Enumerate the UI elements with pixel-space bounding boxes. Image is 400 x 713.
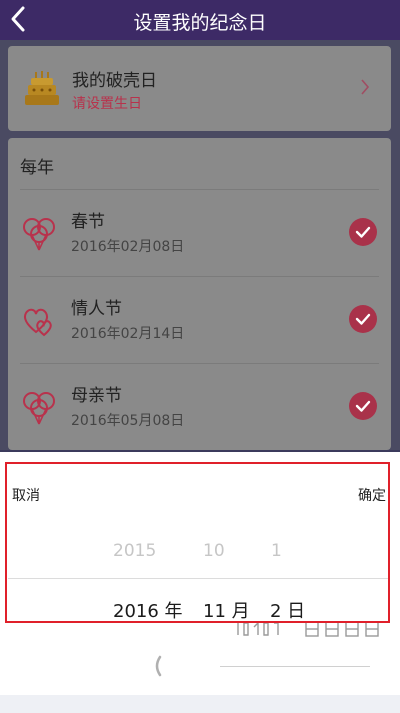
item-date: 2016年05月08日 [71,413,185,429]
check-circle-icon[interactable] [349,305,377,333]
app-header: 设置我的纪念日 [0,0,400,40]
item-name: 情人节 [71,299,122,319]
anniversary-list: 我的破壳日 请设置生日 每年 春节 2016年02月08日 情人节 2016年0… [0,40,400,450]
highlight-frame [5,462,390,623]
date-picker-sheet: 取消 确定 2015 10 1 2016 年 11 月 2 日 [0,452,400,713]
hearts-icon [23,308,52,337]
section-yearly-label: 每年 [20,158,54,178]
birthday-subtitle: 请设置生日 [72,96,142,112]
check-circle-icon[interactable] [349,392,377,420]
list-item-mothers-day[interactable]: 母亲节 2016年05月08日 [8,364,391,450]
divider [220,666,370,667]
item-name: 母亲节 [71,386,122,406]
item-date: 2016年02月14日 [71,326,185,342]
scroll-indicator [155,655,162,677]
list-item-spring-festival[interactable]: 春节 2016年02月08日 [8,190,391,276]
item-name: 春节 [71,212,105,232]
item-date: 2016年02月08日 [71,239,185,255]
bottom-bar [0,695,400,713]
list-item-valentines-day[interactable]: 情人节 2016年02月14日 [8,277,391,363]
birthday-card[interactable]: 我的破壳日 请设置生日 [8,46,391,131]
page-title: 设置我的纪念日 [133,12,267,34]
birthday-title: 我的破壳日 [72,71,157,91]
chevron-right-icon [361,79,370,95]
balloons-icon [23,218,55,251]
balloons-icon [23,392,55,425]
cake-icon [25,71,59,105]
yearly-card: 每年 春节 2016年02月08日 情人节 2016年02月14日 母亲节 20… [8,138,391,450]
check-circle-icon[interactable] [349,218,377,246]
